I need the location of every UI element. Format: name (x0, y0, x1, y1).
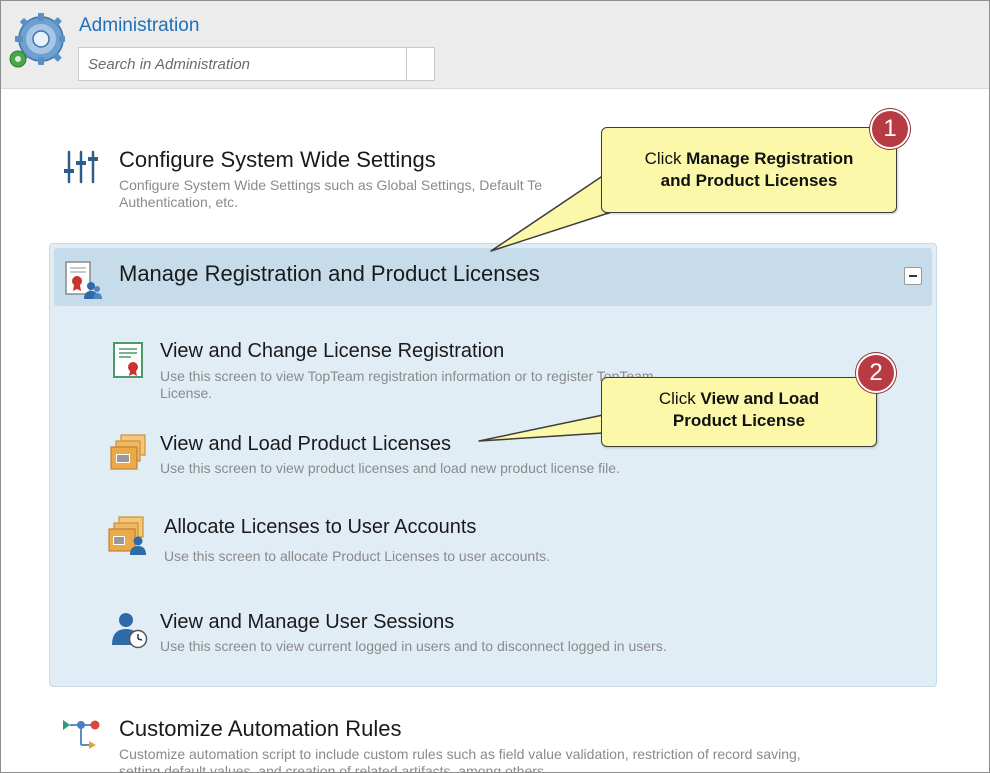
configure-settings-link[interactable]: Configure System Wide Settings (119, 147, 436, 173)
callout-1-prefix: Click (644, 149, 687, 168)
view-load-licenses-link[interactable]: View and Load Product Licenses (160, 433, 451, 456)
view-change-registration-desc-line1: Use this screen to view TopTeam registra… (160, 368, 654, 384)
admin-window: Administration Configure System Wide Set… (0, 0, 990, 773)
search-input[interactable] (79, 48, 407, 80)
view-change-registration-desc-line2: License. (160, 385, 213, 401)
certificate-users-icon (65, 261, 102, 299)
gears-icon (9, 13, 65, 68)
callout-2-prefix: Click (658, 389, 701, 408)
view-manage-sessions-desc: Use this screen to view current logged i… (160, 638, 667, 654)
search-button[interactable] (406, 48, 434, 80)
allocate-licenses-icon (108, 516, 146, 555)
search-box (78, 47, 435, 81)
collapse-button[interactable] (904, 267, 922, 285)
configure-settings-desc-line2: Authentication, etc. (119, 194, 239, 210)
callout-1: Click Manage Registration and Product Li… (601, 127, 897, 213)
view-load-licenses-desc: Use this screen to view product licenses… (160, 460, 620, 476)
callout-1-bold-line1: Manage Registration (686, 149, 854, 168)
automation-rules-desc-line1: Customize automation script to include c… (119, 746, 801, 762)
sliders-icon (64, 150, 98, 184)
callout-1-bold-line2: and Product Licenses (660, 171, 838, 190)
step-badge-1: 1 (870, 109, 910, 149)
automation-rules-desc-line2: setting default values, and creation of … (119, 763, 548, 773)
callout-2: Click View and Load Product License (601, 377, 877, 447)
license-certificate-icon (113, 342, 143, 378)
admin-header: Administration (1, 1, 989, 89)
allocate-licenses-desc: Use this screen to allocate Product Lice… (164, 548, 550, 564)
user-sessions-icon (112, 613, 148, 649)
product-license-boxes-icon (110, 434, 146, 470)
callout-2-bold-line1: View and Load (700, 389, 820, 408)
view-change-registration-link[interactable]: View and Change License Registration (160, 340, 504, 363)
allocate-licenses-link[interactable]: Allocate Licenses to User Accounts (164, 516, 476, 539)
automation-rules-link[interactable]: Customize Automation Rules (119, 716, 401, 742)
page-title: Administration (79, 15, 200, 36)
manage-registration-link[interactable]: Manage Registration and Product Licenses (119, 261, 540, 287)
configure-settings-desc-line1: Configure System Wide Settings such as G… (119, 177, 543, 193)
automation-flow-icon (63, 720, 100, 749)
callout-2-bold-line2: Product License (672, 411, 806, 430)
step-badge-2: 2 (856, 353, 896, 393)
view-manage-sessions-link[interactable]: View and Manage User Sessions (160, 611, 454, 634)
